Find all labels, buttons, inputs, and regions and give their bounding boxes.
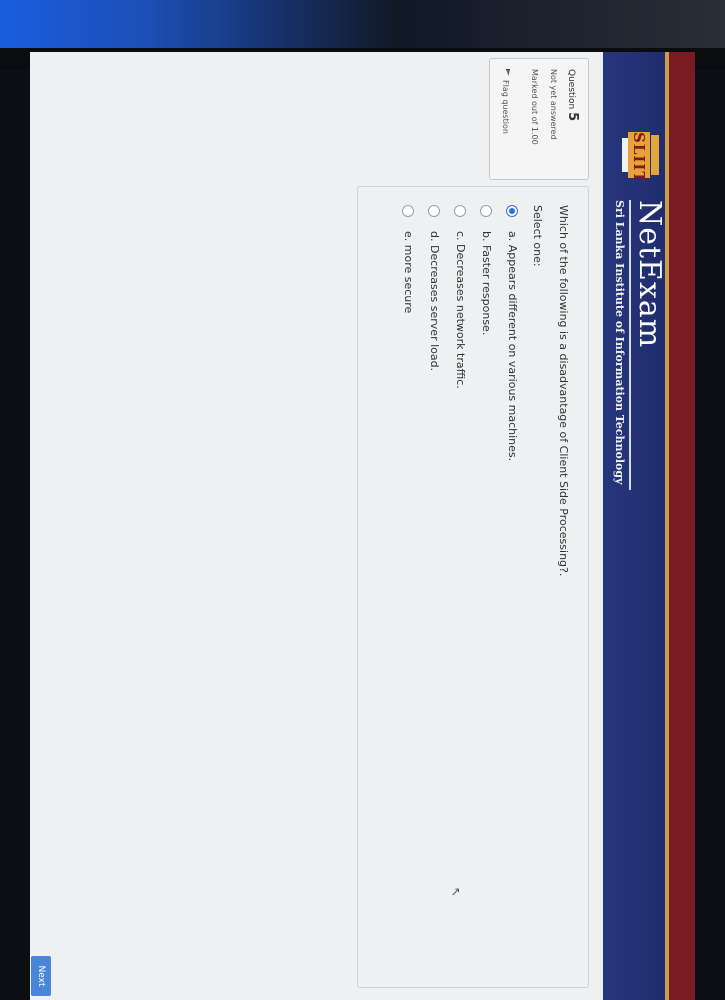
radio-c[interactable] bbox=[454, 205, 466, 217]
answer-option-b[interactable]: b. Faster response. bbox=[468, 205, 494, 461]
answer-option-c[interactable]: c. Decreases network traffic. bbox=[442, 205, 468, 461]
flag-question-link[interactable]: Flag question bbox=[501, 69, 510, 134]
answer-option-d[interactable]: d. Decreases server load. bbox=[416, 205, 442, 461]
monitor-bezel-glare bbox=[0, 0, 725, 48]
question-box: Which of the following is a disadvantage… bbox=[357, 186, 589, 988]
screen-photo: SLIIT NetExam Sri Lanka Institute of Inf… bbox=[0, 0, 725, 1000]
logo-text: SLIIT bbox=[628, 132, 650, 184]
question-number: Question 5 bbox=[565, 69, 580, 121]
select-one-prompt: Select one: bbox=[531, 205, 544, 267]
radio-e[interactable] bbox=[402, 205, 414, 217]
answer-option-a[interactable]: a. Appears different on various machines… bbox=[494, 205, 520, 461]
question-info-panel: Question 5 Not yet answered Marked out o… bbox=[489, 58, 589, 180]
radio-d[interactable] bbox=[428, 205, 440, 217]
answer-label-e: e. more secure bbox=[402, 231, 415, 314]
brand-title: NetExam bbox=[632, 200, 667, 349]
exam-page: SLIIT NetExam Sri Lanka Institute of Inf… bbox=[30, 52, 695, 1000]
flag-icon bbox=[503, 69, 510, 76]
answer-label-a: a. Appears different on various machines… bbox=[506, 231, 519, 462]
answer-option-e[interactable]: e. more secure bbox=[390, 205, 416, 461]
answer-label-b: b. Faster response. bbox=[480, 231, 493, 336]
mouse-cursor-icon: ↖ bbox=[449, 887, 463, 898]
question-number-value: 5 bbox=[565, 112, 580, 122]
question-state: Not yet answered bbox=[549, 69, 558, 140]
brand-underline bbox=[629, 200, 631, 490]
brand-tagline: Sri Lanka Institute of Information Techn… bbox=[613, 200, 626, 485]
flag-question-label: Flag question bbox=[501, 80, 510, 134]
logo-roof bbox=[651, 135, 659, 175]
logo-base bbox=[622, 138, 628, 172]
answer-label-d: d. Decreases server load. bbox=[428, 231, 441, 372]
question-label: Question bbox=[566, 69, 576, 110]
radio-a[interactable] bbox=[506, 205, 518, 217]
page-header: SLIIT NetExam Sri Lanka Institute of Inf… bbox=[603, 52, 695, 1000]
header-accent-line bbox=[665, 52, 669, 1000]
answer-label-c: c. Decreases network traffic. bbox=[454, 231, 467, 389]
sliit-logo: SLIIT bbox=[622, 132, 659, 184]
next-button[interactable]: Next bbox=[31, 956, 51, 996]
question-text: Which of the following is a disadvantage… bbox=[557, 205, 570, 577]
radio-b[interactable] bbox=[480, 205, 492, 217]
main-content: Question 5 Not yet answered Marked out o… bbox=[30, 52, 599, 1000]
answer-options: a. Appears different on various machines… bbox=[390, 205, 520, 461]
question-marks: Marked out of 1.00 bbox=[530, 69, 539, 145]
